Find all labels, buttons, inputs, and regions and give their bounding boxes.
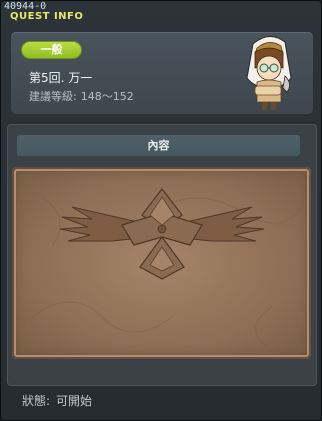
tab-content[interactable]: 內容 [17,135,300,156]
quest-info-window: 40944-0 QUEST INFO 一般 第5回. 万一 建議等級: 148～1… [0,0,322,421]
quest-description-panel [12,167,311,359]
quest-status: 狀態: 可開始 [22,394,92,408]
status-label: 狀態: [22,394,51,408]
quest-header-panel: 一般 第5回. 万一 建議等級: 148～152 [11,32,313,114]
quest-name: 第5回. 万一 [29,71,93,85]
level-requirement: 建議等級: 148～152 [29,90,134,104]
level-range: 148～152 [80,90,134,103]
status-value: 可開始 [56,394,93,408]
content-frame: 內容 [7,124,317,386]
npc-portrait-icon [237,32,301,112]
ornament-emblem-icon [31,188,303,348]
category-badge: 一般 [22,42,81,58]
level-label: 建議等級: [29,90,77,103]
window-title: QUEST INFO [10,11,84,22]
